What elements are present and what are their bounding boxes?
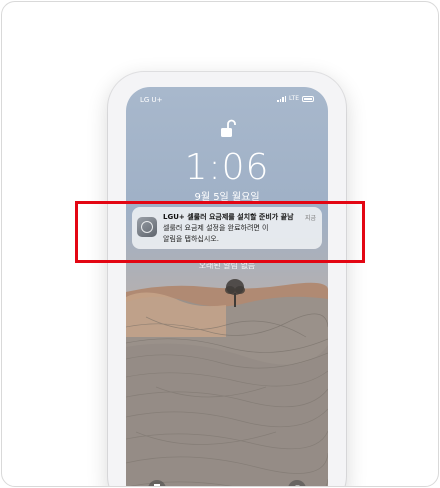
lock-screen: LG U+ LTE 1:06 9월 5일 월요일 LGU+ 셀룰러 요금제를 설… (126, 87, 328, 486)
phone-mockup: LG U+ LTE 1:06 9월 5일 월요일 LGU+ 셀룰러 요금제를 설… (108, 72, 346, 486)
camera-icon (295, 485, 299, 486)
highlight-box (75, 201, 365, 263)
clock-time: 1:06 (184, 147, 270, 188)
flashlight-icon (154, 483, 160, 486)
status-indicators: LTE (277, 95, 314, 102)
battery-icon (302, 95, 314, 102)
status-bar: LG U+ LTE (140, 94, 314, 106)
signal-icon (277, 95, 287, 102)
network-label: LTE (289, 95, 299, 102)
unlocked-padlock-icon (221, 119, 236, 137)
carrier-label: LG U+ (140, 96, 163, 104)
